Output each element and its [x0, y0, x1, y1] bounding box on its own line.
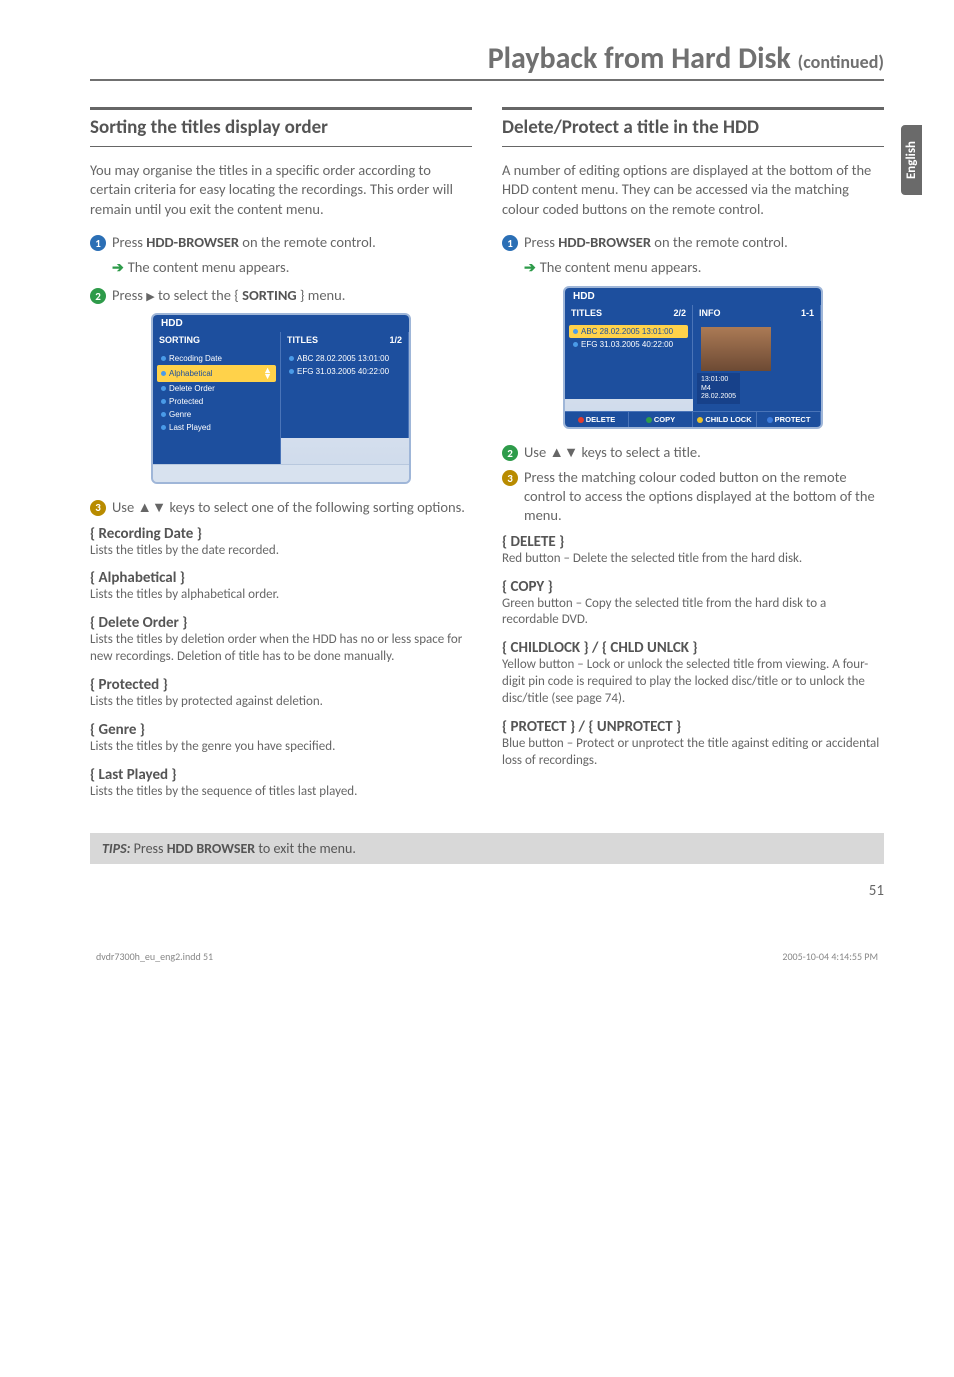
right-arrow-1: ➔ The content menu appears.	[502, 258, 884, 276]
option-heading: { Delete Order }	[90, 614, 472, 632]
option-heading: { Alphabetical }	[90, 569, 472, 587]
option-heading: { Genre }	[90, 721, 472, 739]
step-1-text: Press HDD-BROWSER on the remote control.	[524, 233, 788, 252]
option-desc: Lists the titles by alphabetical order.	[90, 587, 472, 604]
option-desc: Lists the titles by the sequence of titl…	[90, 784, 472, 801]
play-icon: ▶	[146, 290, 154, 303]
left-intro: You may organise the titles in a specifi…	[90, 161, 472, 220]
left-arrow-1: ➔ The content menu appears.	[90, 258, 472, 276]
step-number-3: 3	[90, 500, 106, 516]
arrow-icon: ➔	[112, 259, 124, 276]
option-heading: { COPY }	[502, 578, 884, 596]
option-heading: { Protected }	[90, 676, 472, 694]
title-sub: (continued)	[798, 51, 884, 73]
right-intro: A number of editing options are displaye…	[502, 161, 884, 220]
page-number: 51	[90, 882, 884, 900]
right-step-2: 2 Use ▲▼ keys to select a title.	[502, 443, 884, 462]
tips-bar: TIPS: Press HDD BROWSER to exit the menu…	[90, 833, 884, 864]
option-heading: { Last Played }	[90, 766, 472, 784]
right-column: Delete/Protect a title in the HDD A numb…	[502, 99, 884, 811]
sorting-menu-screenshot: HDD SORTING Recoding DateAlphabetical▲▼D…	[151, 313, 411, 484]
right-section-title: Delete/Protect a title in the HDD	[502, 107, 884, 147]
option-desc: Lists the titles by the date recorded.	[90, 543, 472, 560]
option-heading: { PROTECT } / { UNPROTECT }	[502, 718, 884, 736]
step-number-1: 1	[90, 235, 106, 251]
language-tab: English	[901, 125, 922, 195]
left-section-title: Sorting the titles display order	[90, 107, 472, 147]
right-step-3: 3 Press the matching colour coded button…	[502, 468, 884, 525]
preview-thumbnail	[701, 327, 771, 371]
option-heading: { CHILDLOCK } / { CHLD UNLCK }	[502, 639, 884, 657]
step-number-3: 3	[502, 470, 518, 486]
option-desc: Lists the titles by the genre you have s…	[90, 739, 472, 756]
left-step-1: 1 Press HDD-BROWSER on the remote contro…	[90, 233, 472, 252]
titles-menu-screenshot: HDD TITLES2/2 ABC 28.02.2005 13:01:00EFG…	[563, 286, 823, 429]
arrow-icon: ➔	[524, 259, 536, 276]
step-number-2: 2	[90, 288, 106, 304]
left-step-2: 2 Press ▶ to select the { SORTING } menu…	[90, 286, 472, 305]
option-desc: Yellow button – Lock or unlock the selec…	[502, 657, 884, 708]
option-desc: Red button – Delete the selected title f…	[502, 551, 884, 568]
left-column: Sorting the titles display order You may…	[90, 99, 472, 811]
step-number-2: 2	[502, 445, 518, 461]
option-desc: Lists the titles by protected against de…	[90, 694, 472, 711]
page-title: Playback from Hard Disk (continued)	[90, 40, 884, 81]
step-number-1: 1	[502, 235, 518, 251]
option-heading: { DELETE }	[502, 533, 884, 551]
option-heading: { Recording Date }	[90, 525, 472, 543]
option-desc: Green button – Copy the selected title f…	[502, 596, 884, 630]
option-desc: Blue button – Protect or unprotect the t…	[502, 736, 884, 770]
step-1-text: Press HDD-BROWSER on the remote control.	[112, 233, 376, 252]
step-2-text: Press ▶ to select the { SORTING } menu.	[112, 286, 345, 305]
right-step-1: 1 Press HDD-BROWSER on the remote contro…	[502, 233, 884, 252]
option-desc: Lists the titles by deletion order when …	[90, 632, 472, 666]
title-main: Playback from Hard Disk	[488, 40, 798, 77]
footer: dvdr7300h_eu_eng2.indd 51 2005-10-04 4:1…	[90, 950, 884, 963]
left-step-3: 3 Use ▲▼ keys to select one of the follo…	[90, 498, 472, 517]
